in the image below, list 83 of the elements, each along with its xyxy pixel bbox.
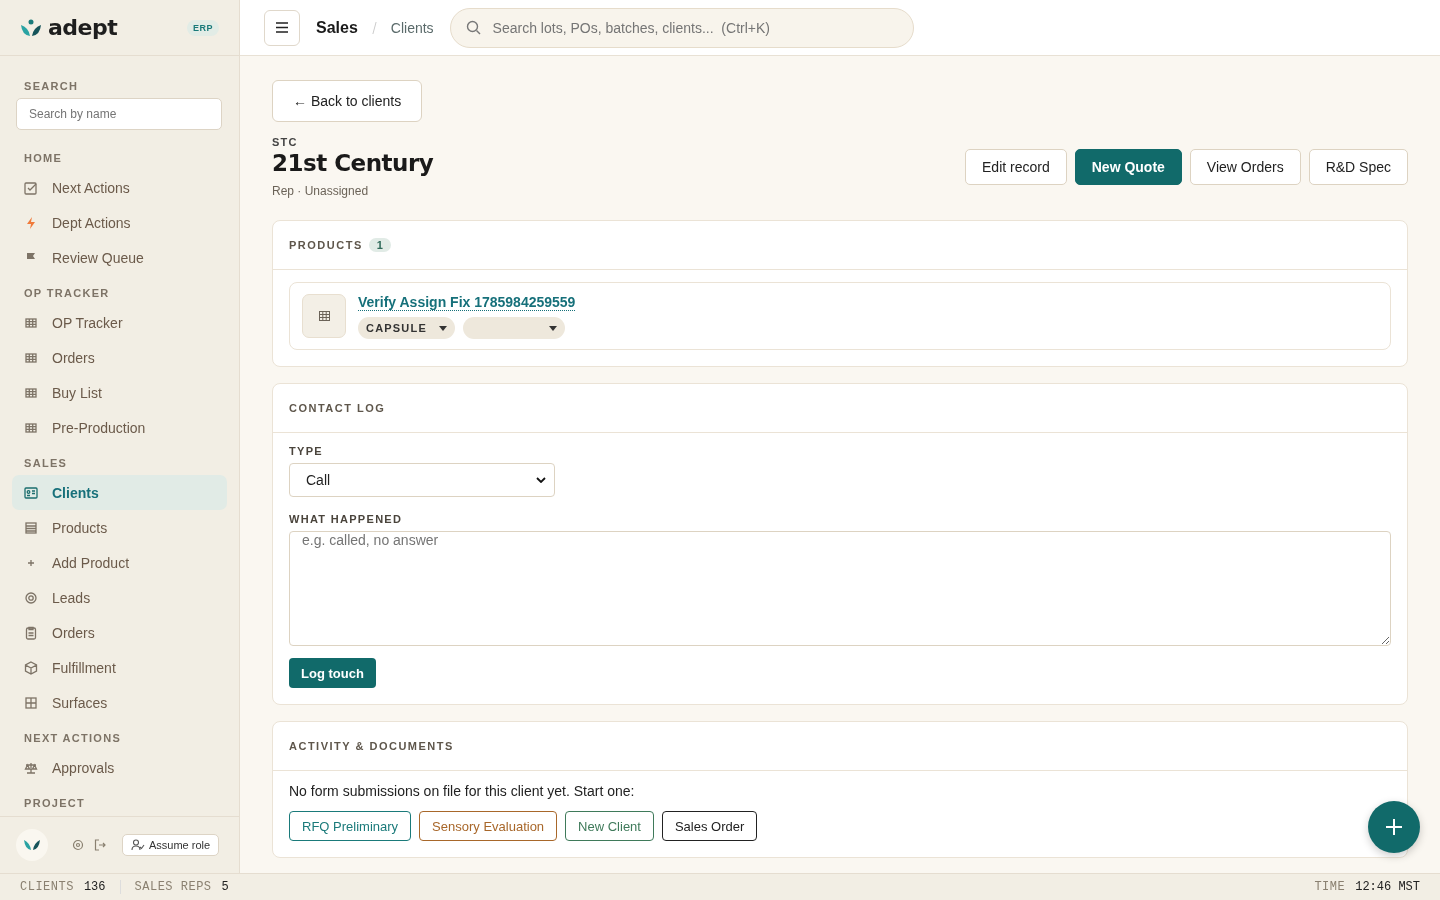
caret-icon (438, 325, 447, 331)
action-button[interactable]: R&D Spec (1308, 149, 1408, 185)
target-icon (24, 590, 38, 605)
section-heading: HOME (23, 152, 64, 164)
status-label: SALES REPS (134, 880, 212, 894)
caret-icon (548, 325, 557, 331)
squares-icon (24, 695, 38, 710)
grid-icon (24, 315, 38, 330)
menu-button[interactable] (264, 9, 300, 46)
count-badge: 1 (368, 238, 391, 252)
client-name: 21st Century (272, 150, 434, 176)
section-heading: PROJECT (23, 797, 87, 809)
section-heading: NEXT ACTIONS (23, 732, 123, 744)
logout-icon[interactable] (94, 839, 106, 851)
breadcrumb-item[interactable]: Clients (390, 19, 434, 36)
assume-role-button[interactable]: Assume role (122, 834, 220, 856)
field-label: WHAT HAPPENED (289, 513, 404, 525)
sidebar-item[interactable]: Clients (12, 475, 227, 510)
sidebar-item[interactable]: Approvals (12, 750, 227, 785)
sidebar-item[interactable]: Review Queue (12, 240, 227, 275)
settings-icon[interactable] (72, 839, 84, 851)
avatar-icon[interactable] (16, 829, 48, 861)
grid-icon (24, 420, 38, 435)
chevron-icon (536, 477, 546, 483)
logo-icon (20, 18, 42, 37)
notes-field[interactable]: e.g. called, no answer (289, 531, 1391, 646)
status-value: 12:46 MST (1355, 880, 1420, 894)
sidebar-item[interactable]: Leads (12, 580, 227, 615)
scales-icon (24, 760, 38, 775)
field-label: TYPE (289, 445, 324, 457)
card-title: ACTIVITY & DOCUMENTS (289, 740, 454, 752)
section-heading: OP TRACKER (23, 287, 111, 299)
search-field[interactable]: Search by name (16, 98, 222, 130)
back-button[interactable]: ← Back to clients (272, 80, 423, 122)
sidebar-item[interactable]: Buy List (12, 375, 227, 410)
sidebar-item[interactable]: Fulfillment (12, 650, 227, 685)
product-grid-icon (302, 294, 346, 338)
form-button[interactable]: New Client (565, 811, 654, 841)
menu-icon (276, 22, 288, 33)
form-button[interactable]: Sensory Evaluation (419, 811, 558, 841)
form-button[interactable]: Sales Order (661, 811, 758, 841)
rep-label: Rep · Unassigned (272, 184, 370, 198)
sidebar-item[interactable]: Orders (12, 340, 227, 375)
client-code: STC (272, 136, 299, 148)
card-title: CONTACT LOG (289, 402, 386, 414)
action-button[interactable]: Edit record (965, 149, 1067, 185)
card-icon (24, 485, 38, 500)
section-heading: SEARCH (23, 80, 80, 92)
person-check-icon (131, 839, 145, 851)
sidebar-item[interactable]: Pre-Production (12, 410, 227, 445)
sidebar-item[interactable]: OP Tracker (12, 305, 227, 340)
plus-icon (1385, 818, 1403, 836)
list-icon (24, 520, 38, 535)
breadcrumb-item: Sales (316, 18, 358, 37)
status-value: 5 (221, 880, 229, 894)
card-title: PRODUCTS (289, 239, 363, 251)
sidebar-item[interactable]: Orders (12, 615, 227, 650)
grid-icon (24, 350, 38, 365)
bolt-icon (24, 215, 38, 230)
status-label: TIME (1314, 880, 1346, 894)
grid-icon (24, 385, 38, 400)
section-heading: SALES (23, 457, 69, 469)
log-touch-button[interactable]: Log touch (289, 658, 376, 688)
status-label: CLIENTS (20, 880, 74, 894)
sidebar-item[interactable]: Products (12, 510, 227, 545)
erp-badge: ERP (187, 19, 219, 36)
sidebar-item[interactable]: Surfaces (12, 685, 227, 720)
sidebar-item[interactable]: Next Actions (12, 170, 227, 205)
sidebar-item[interactable]: Dept Actions (12, 205, 227, 240)
clipboard-icon (24, 625, 38, 640)
check-icon (24, 180, 38, 195)
sidebar-item[interactable]: Add Product (12, 545, 227, 580)
product-link[interactable]: Verify Assign Fix 1785984259559 (358, 294, 576, 311)
action-button[interactable]: New Quote (1074, 149, 1182, 185)
box-icon (24, 660, 38, 675)
global-search-field[interactable]: Search lots, POs, batches, clients... (Ctrl+K) (449, 7, 914, 48)
action-button[interactable]: View Orders (1189, 149, 1301, 185)
logo-wordmark: adept (48, 15, 118, 40)
format-dropdown[interactable]: CAPSULE (358, 317, 455, 339)
type-select[interactable]: Call (289, 463, 555, 497)
form-button[interactable]: RFQ Preliminary (289, 811, 412, 841)
empty-message: No form submissions on file for this client yet. Start one: (289, 783, 636, 799)
status-value: 136 (83, 880, 106, 894)
